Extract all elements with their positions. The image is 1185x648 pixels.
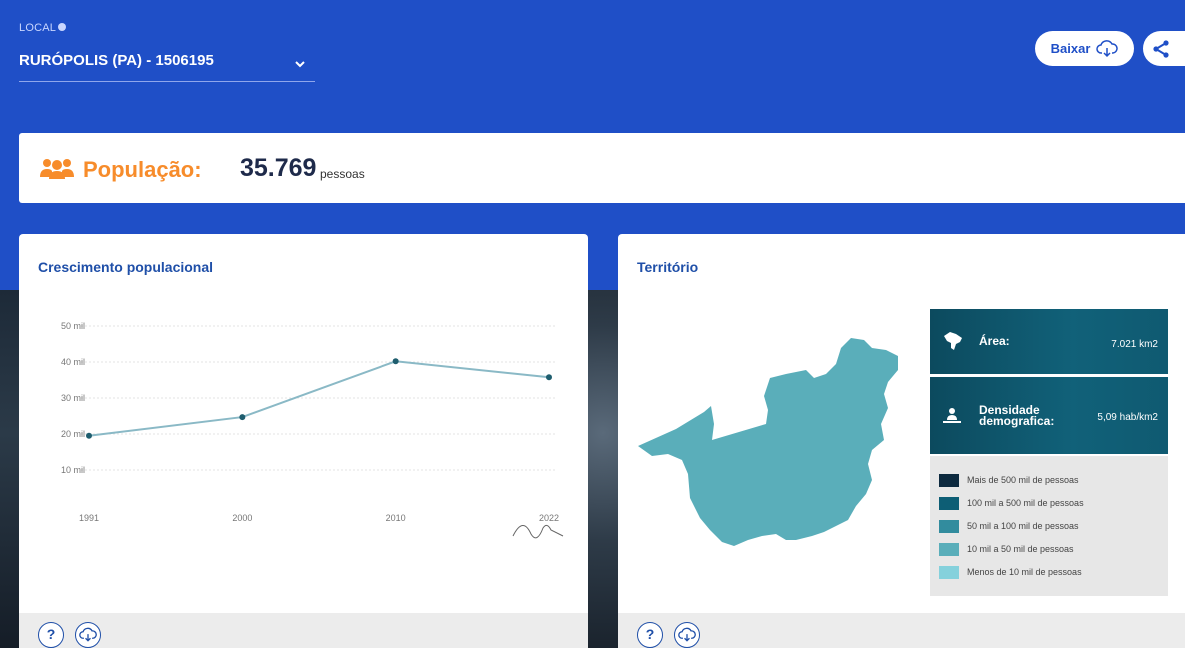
legend-swatch bbox=[939, 566, 959, 579]
x-tick-label: 1991 bbox=[79, 513, 99, 523]
y-tick-label: 40 mil bbox=[61, 357, 85, 367]
municipality-map bbox=[638, 338, 898, 546]
municipality-shape[interactable] bbox=[638, 338, 898, 546]
density-label: Densidade demografica: bbox=[979, 404, 1055, 428]
growth-card-footer: ? bbox=[19, 613, 588, 648]
territory-card-title: Território bbox=[637, 259, 699, 275]
territory-card-footer: ? bbox=[618, 613, 1185, 648]
x-tick-label: 2010 bbox=[386, 513, 406, 523]
map-legend: Mais de 500 mil de pessoas 100 mil a 500… bbox=[930, 456, 1168, 596]
cloud-download-icon bbox=[678, 627, 696, 642]
y-tick-label: 20 mil bbox=[61, 429, 85, 439]
population-band: População: 35.769 pessoas bbox=[19, 133, 1185, 203]
local-select-value: RURÓPOLIS (PA) - 1506195 bbox=[19, 52, 214, 69]
info-icon[interactable] bbox=[58, 23, 67, 31]
share-button[interactable] bbox=[1143, 31, 1185, 66]
x-tick-label: 2022 bbox=[539, 513, 559, 523]
data-point[interactable] bbox=[86, 432, 92, 439]
population-density-icon bbox=[943, 408, 961, 423]
population-label: População: bbox=[83, 157, 202, 182]
legend-swatch bbox=[939, 520, 959, 533]
download-map-button[interactable] bbox=[674, 622, 700, 648]
legend-swatch bbox=[939, 474, 959, 487]
help-icon: ? bbox=[46, 626, 56, 642]
download-button[interactable]: Baixar bbox=[1035, 31, 1134, 66]
data-point[interactable] bbox=[546, 374, 552, 381]
people-icon bbox=[40, 159, 74, 179]
y-tick-label: 30 mil bbox=[61, 393, 85, 403]
brazil-map-icon bbox=[944, 332, 962, 350]
legend-label: 100 mil a 500 mil de pessoas bbox=[967, 498, 1084, 508]
area-label: Área: bbox=[979, 334, 1010, 348]
share-icon bbox=[1153, 40, 1169, 58]
territory-card: Território Área: 7.021 km2 Densidade demo… bbox=[618, 234, 1185, 648]
chart-zoom-icon[interactable] bbox=[512, 524, 564, 539]
data-point[interactable] bbox=[392, 358, 399, 365]
legend-label: 10 mil a 50 mil de pessoas bbox=[967, 544, 1074, 554]
legend-swatch bbox=[939, 497, 959, 510]
help-icon: ? bbox=[645, 626, 655, 642]
help-button[interactable]: ? bbox=[637, 622, 663, 648]
density-label-line2: demografica: bbox=[979, 414, 1055, 428]
x-tick-label: 2000 bbox=[232, 513, 252, 523]
population-unit: pessoas bbox=[320, 167, 365, 181]
download-chart-button[interactable] bbox=[75, 622, 101, 648]
series-line bbox=[88, 360, 550, 437]
help-button[interactable]: ? bbox=[38, 622, 64, 648]
legend-label: Menos de 10 mil de pessoas bbox=[967, 567, 1082, 577]
download-button-label: Baixar bbox=[1050, 41, 1091, 56]
top-bar: LOCAL RURÓPOLIS (PA) - 1506195 Baixar bbox=[0, 0, 1185, 130]
local-label: LOCAL bbox=[19, 22, 67, 34]
y-tick-label: 50 mil bbox=[61, 321, 85, 331]
chevron-down-icon bbox=[295, 61, 305, 68]
local-label-text: LOCAL bbox=[19, 22, 57, 34]
local-select[interactable]: RURÓPOLIS (PA) - 1506195 bbox=[19, 48, 315, 82]
legend-label: 50 mil a 100 mil de pessoas bbox=[967, 521, 1079, 531]
area-stat: Área: 7.021 km2 bbox=[930, 309, 1168, 374]
population-value: 35.769 bbox=[240, 154, 317, 182]
cloud-download-icon bbox=[1096, 39, 1119, 57]
data-point[interactable] bbox=[239, 414, 246, 421]
area-value: 7.021 km2 bbox=[1111, 339, 1158, 350]
growth-card-title: Crescimento populacional bbox=[38, 259, 214, 275]
density-value: 5,09 hab/km2 bbox=[1097, 412, 1158, 423]
cloud-download-icon bbox=[79, 627, 97, 642]
legend-swatch bbox=[939, 543, 959, 556]
density-stat: Densidade demografica: 5,09 hab/km2 bbox=[930, 377, 1168, 454]
growth-card: Crescimento populacional 50 mil 40 mil 30 … bbox=[19, 234, 588, 648]
legend-label: Mais de 500 mil de pessoas bbox=[967, 475, 1079, 485]
population-chart: 50 mil 40 mil 30 mil 20 mil 10 mil 1991 2000 20… bbox=[61, 321, 564, 539]
y-tick-label: 10 mil bbox=[61, 465, 85, 475]
